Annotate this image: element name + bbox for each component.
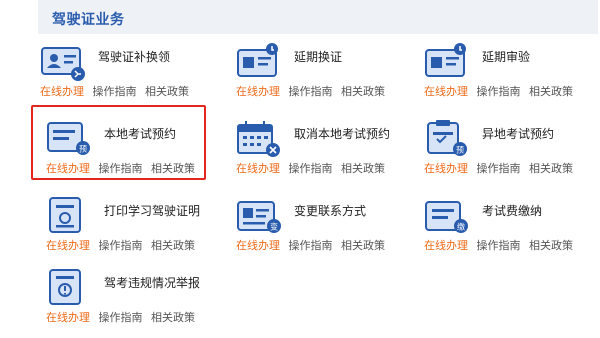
online-handle-link[interactable]: 在线办理 — [46, 239, 90, 252]
service-item-remote-exam-booking[interactable]: 预 异地考试预约 在线办理 操作指南 相关政策 — [424, 119, 600, 189]
service-item-title: 驾考违规情况举报 — [104, 276, 201, 290]
service-item-title: 驾驶证补换领 — [98, 50, 171, 64]
svg-text:预: 预 — [79, 144, 87, 154]
section-header: 驾驶证业务 — [38, 0, 598, 34]
form-booking-icon: 预 — [46, 119, 92, 159]
online-handle-link[interactable]: 在线办理 — [40, 85, 84, 98]
operation-guide-link[interactable]: 操作指南 — [477, 239, 521, 252]
service-item-change-contact[interactable]: 变 变更联系方式 在线办理 操作指南 相关政策 — [236, 196, 416, 266]
payment-icon: 缴 — [424, 196, 470, 236]
operation-guide-link[interactable]: 操作指南 — [289, 162, 333, 175]
service-item-title: 取消本地考试预约 — [294, 127, 391, 141]
id-card-review-icon — [424, 42, 470, 82]
service-item-title: 延期审验 — [482, 50, 531, 64]
service-item-extend-review[interactable]: 延期审验 在线办理 操作指南 相关政策 — [424, 42, 600, 112]
svg-text:预: 预 — [456, 145, 464, 155]
service-item-exam-violation-report[interactable]: 驾考违规情况举报 在线办理 操作指南 相关政策 — [46, 268, 226, 338]
operation-guide-link[interactable]: 操作指南 — [99, 162, 143, 175]
section-title: 驾驶证业务 — [52, 12, 125, 28]
service-item-local-exam-booking[interactable]: 预 本地考试预约 在线办理 操作指南 相关政策 — [46, 119, 226, 189]
svg-text:缴: 缴 — [457, 222, 465, 232]
online-handle-link[interactable]: 在线办理 — [46, 311, 90, 324]
report-icon — [46, 268, 92, 308]
related-policy-link[interactable]: 相关政策 — [529, 239, 573, 252]
clipboard-booking-icon: 预 — [424, 119, 470, 159]
online-handle-link[interactable]: 在线办理 — [236, 85, 280, 98]
operation-guide-link[interactable]: 操作指南 — [477, 162, 521, 175]
online-handle-link[interactable]: 在线办理 — [424, 85, 468, 98]
online-handle-link[interactable]: 在线办理 — [46, 162, 90, 175]
online-handle-link[interactable]: 在线办理 — [424, 162, 468, 175]
related-policy-link[interactable]: 相关政策 — [529, 85, 573, 98]
related-policy-link[interactable]: 相关政策 — [529, 162, 573, 175]
related-policy-link[interactable]: 相关政策 — [145, 85, 189, 98]
document-print-icon — [46, 196, 92, 236]
service-item-title: 打印学习驾驶证明 — [104, 204, 201, 218]
operation-guide-link[interactable]: 操作指南 — [93, 85, 137, 98]
service-item-title: 本地考试预约 — [104, 127, 177, 141]
related-policy-link[interactable]: 相关政策 — [151, 311, 195, 324]
online-handle-link[interactable]: 在线办理 — [236, 162, 280, 175]
service-item-license-replace[interactable]: 驾驶证补换领 在线办理 操作指南 相关政策 — [40, 42, 220, 112]
online-handle-link[interactable]: 在线办理 — [424, 239, 468, 252]
related-policy-link[interactable]: 相关政策 — [341, 239, 385, 252]
operation-guide-link[interactable]: 操作指南 — [289, 85, 333, 98]
service-item-title: 异地考试预约 — [482, 127, 555, 141]
id-card-person-icon — [40, 42, 86, 82]
calendar-cancel-icon — [236, 119, 282, 159]
service-item-print-learner-permit[interactable]: 打印学习驾驶证明 在线办理 操作指南 相关政策 — [46, 196, 226, 266]
id-card-extend-icon — [236, 42, 282, 82]
service-item-title: 延期换证 — [294, 50, 343, 64]
service-item-title: 变更联系方式 — [294, 204, 367, 218]
related-policy-link[interactable]: 相关政策 — [151, 239, 195, 252]
service-item-exam-fee-payment[interactable]: 缴 考试费缴纳 在线办理 操作指南 相关政策 — [424, 196, 600, 266]
service-item-cancel-local-exam[interactable]: 取消本地考试预约 在线办理 操作指南 相关政策 — [236, 119, 416, 189]
svg-text:变: 变 — [270, 222, 278, 232]
related-policy-link[interactable]: 相关政策 — [151, 162, 195, 175]
contact-change-icon: 变 — [236, 196, 282, 236]
related-policy-link[interactable]: 相关政策 — [341, 162, 385, 175]
operation-guide-link[interactable]: 操作指南 — [99, 311, 143, 324]
service-item-extend-license[interactable]: 延期换证 在线办理 操作指南 相关政策 — [236, 42, 416, 112]
operation-guide-link[interactable]: 操作指南 — [289, 239, 333, 252]
related-policy-link[interactable]: 相关政策 — [341, 85, 385, 98]
operation-guide-link[interactable]: 操作指南 — [477, 85, 521, 98]
service-item-title: 考试费缴纳 — [482, 204, 543, 218]
operation-guide-link[interactable]: 操作指南 — [99, 239, 143, 252]
online-handle-link[interactable]: 在线办理 — [236, 239, 280, 252]
